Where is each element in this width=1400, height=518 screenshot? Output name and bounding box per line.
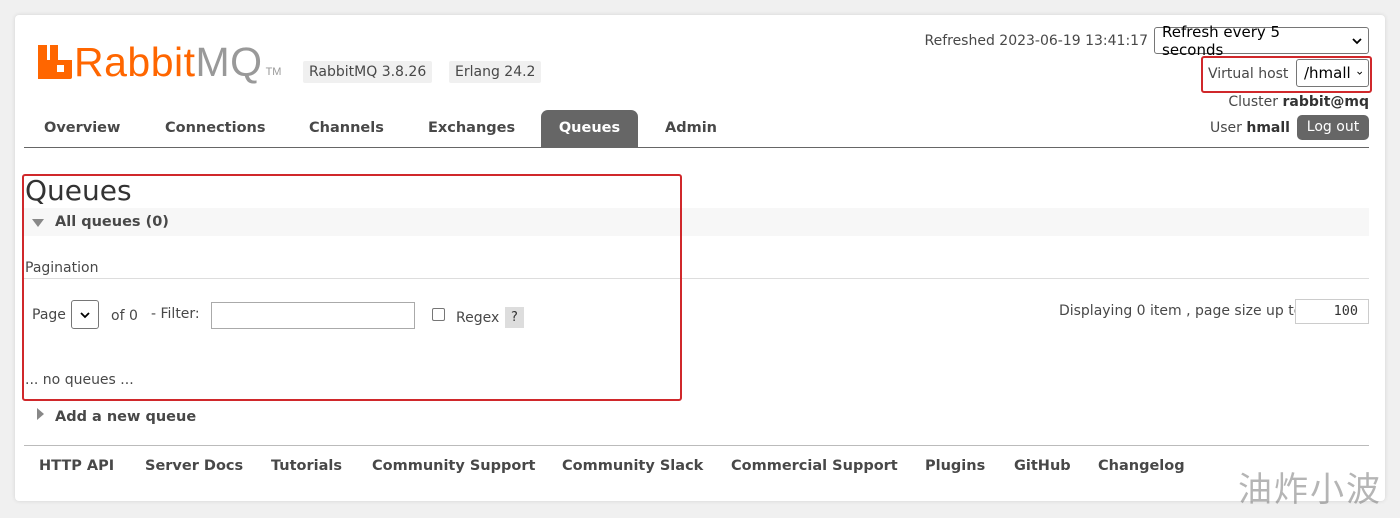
tab-channels[interactable]: Channels (303, 110, 390, 147)
user-name: hmall (1246, 120, 1290, 136)
nav-divider (24, 147, 1369, 148)
vhost-label: Virtual host (1208, 66, 1289, 82)
footer-link-commercial-support[interactable]: Commercial Support (731, 456, 898, 476)
rabbitmq-logo-icon (38, 45, 72, 79)
footer-link-community-slack[interactable]: Community Slack (562, 456, 703, 476)
chevron-down-icon (1352, 37, 1362, 44)
footer-divider (24, 445, 1369, 446)
user-info: User hmall (1210, 118, 1290, 138)
add-queue-toggle[interactable]: Add a new queue (55, 407, 196, 427)
tab-admin[interactable]: Admin (659, 110, 723, 147)
logo-text: RabbitMQ (74, 39, 263, 85)
refreshed-timestamp: Refreshed 2023-06-19 13:41:17 (924, 33, 1148, 49)
chevron-down-icon (1356, 71, 1362, 75)
tab-exchanges[interactable]: Exchanges (422, 110, 521, 147)
tab-connections[interactable]: Connections (159, 110, 272, 147)
erlang-version-badge: Erlang 24.2 (449, 61, 542, 83)
cluster-info: Cluster rabbit@mq (1228, 92, 1369, 112)
user-label: User (1210, 120, 1242, 136)
footer-link-tutorials[interactable]: Tutorials (271, 456, 342, 476)
footer-link-community-support[interactable]: Community Support (372, 456, 535, 476)
rabbitmq-version-badge: RabbitMQ 3.8.26 (303, 61, 433, 83)
cluster-name: rabbit@mq (1282, 94, 1370, 110)
footer-link-changelog[interactable]: Changelog (1098, 456, 1185, 476)
logout-button[interactable]: Log out (1297, 115, 1369, 140)
watermark: 油炸小波 (1238, 470, 1382, 510)
cluster-label: Cluster (1228, 94, 1279, 110)
vhost-select-value: /hmall (1304, 64, 1351, 82)
refresh-interval-select[interactable]: Refresh every 5 seconds (1154, 23, 1369, 59)
page-size-input[interactable]: 100 (1295, 299, 1369, 324)
footer-link-server-docs[interactable]: Server Docs (145, 456, 243, 476)
queues-highlight-box (22, 174, 682, 401)
footer-link-github[interactable]: GitHub (1014, 456, 1071, 476)
refresh-select-value: Refresh every 5 seconds (1162, 22, 1281, 59)
footer-link-plugins[interactable]: Plugins (925, 456, 985, 476)
rabbitmq-logo[interactable]: RabbitMQ TM (38, 39, 282, 85)
tab-overview[interactable]: Overview (38, 110, 126, 147)
displaying-info: Displaying 0 item , page size up to: (1058, 303, 1307, 319)
footer-link-http-api[interactable]: HTTP API (39, 456, 114, 476)
vhost-select[interactable]: /hmall (1296, 59, 1369, 87)
tab-queues[interactable]: Queues (541, 110, 638, 147)
triangle-right-icon[interactable] (37, 408, 44, 420)
logo-trademark: TM (265, 66, 282, 78)
